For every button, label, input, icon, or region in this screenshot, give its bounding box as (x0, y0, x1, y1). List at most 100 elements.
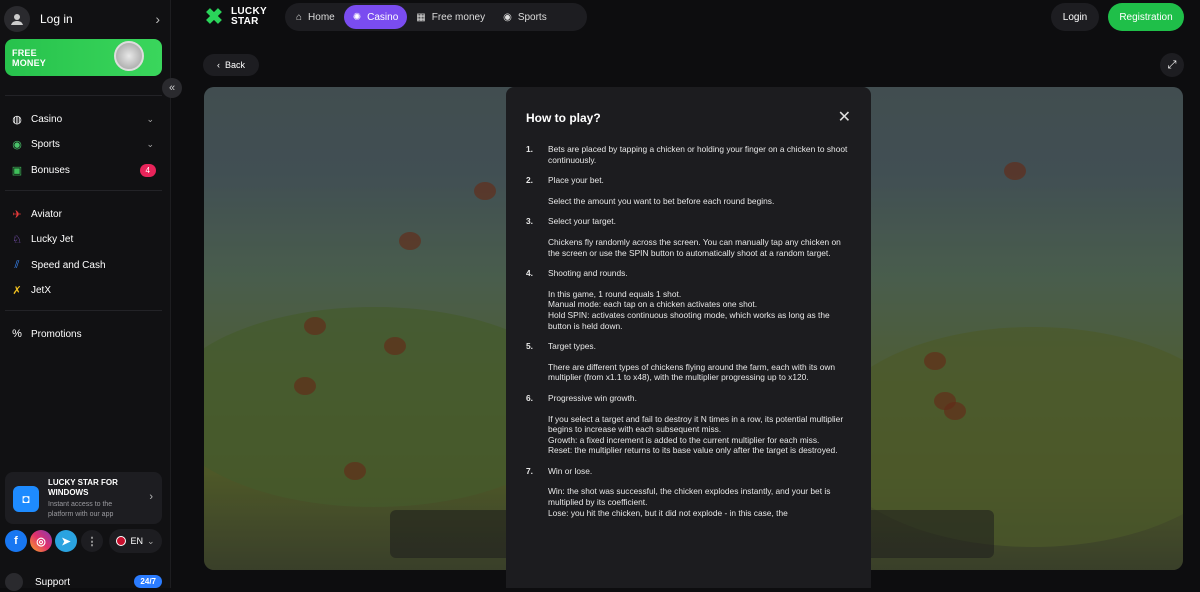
login-button[interactable]: Login (1051, 3, 1099, 31)
sidebar-item-promotions[interactable]: % Promotions (10, 324, 160, 344)
sidebar-item-label: Aviator (31, 208, 62, 220)
rule-text: Manual mode: each tap on a chicken activ… (548, 299, 758, 310)
tab-label: Home (308, 11, 335, 23)
divider (5, 190, 162, 191)
collapse-sidebar-button[interactable]: « (162, 78, 182, 98)
sidebar-item-lucky-jet[interactable]: ♘ Lucky Jet (10, 229, 160, 249)
how-to-play-modal: How to play? ✕ 1. Bets are placed by tapp… (506, 87, 871, 588)
chevron-down-icon: ⌄ (146, 535, 155, 546)
rule-item: 2. Place your bet. Select the amount you w… (526, 175, 851, 206)
percent-icon: % (12, 328, 22, 340)
sidebar-item-label: Sports (31, 138, 60, 150)
app-icon: ◘ (13, 486, 39, 512)
ball-icon: ◉ (503, 11, 512, 23)
rule-number: 6. (526, 392, 533, 403)
chevron-right-icon: › (149, 491, 153, 503)
rule-body: Shooting and rounds. In this game, 1 roun… (548, 268, 851, 331)
close-icon[interactable]: ✕ (838, 107, 851, 127)
tab-home[interactable]: ⌂ Home (287, 5, 344, 29)
tab-sports[interactable]: ◉ Sports (494, 5, 556, 29)
sidebar-item-label: Promotions (31, 328, 82, 340)
sidebar-item-bonuses[interactable]: ▣ Bonuses 4 (10, 160, 160, 180)
rule-text: In this game, 1 round equals 1 shot. (548, 288, 682, 299)
rules-list: 1. Bets are placed by tapping a chicken o… (526, 144, 851, 528)
rule-number: 5. (526, 341, 533, 352)
rule-title: Target types. (548, 341, 596, 352)
rule-title: Shooting and rounds. (548, 268, 628, 279)
rule-title: Progressive win growth. (548, 392, 637, 403)
login-label: Log in (40, 12, 73, 26)
sidebar-item-jetx[interactable]: ✗ JetX (10, 280, 160, 300)
rule-title: Bets are placed by tapping a chicken or … (548, 144, 848, 165)
rule-number: 3. (526, 216, 533, 227)
free-money-banner[interactable]: FREE MONEY (5, 39, 162, 76)
rule-body: Place your bet. Select the amount you wan… (548, 175, 774, 206)
rule-body: Progressive win growth. If you select a t… (548, 393, 851, 456)
rule-text: Growth: a fixed increment is added to th… (548, 434, 820, 445)
tab-free-money[interactable]: ▦ Free money (407, 5, 494, 29)
sidebar: Log in › FREE MONEY « ◍ Casino ⌄ ◉ Sport… (0, 0, 182, 591)
chevron-right-icon: › (155, 11, 160, 27)
chevron-down-icon: ⌄ (146, 138, 154, 149)
rule-text: There are different types of chickens fl… (548, 361, 836, 383)
modal-title: How to play? (526, 111, 601, 125)
coin-icon (114, 41, 144, 71)
sidebar-item-sports[interactable]: ◉ Sports ⌄ (10, 134, 160, 154)
support-row[interactable]: Support 24/7 (5, 572, 162, 592)
rule-number: 2. (526, 175, 533, 186)
rule-item: 1. Bets are placed by tapping a chicken o… (526, 144, 851, 165)
speed-icon: ⫽ (14, 258, 20, 271)
bonuses-badge: 4 (139, 163, 156, 177)
sidebar-item-aviator[interactable]: ✈ Aviator (10, 204, 160, 224)
rule-title: Win or lose. (548, 465, 593, 476)
facebook-icon[interactable]: f (5, 530, 27, 552)
rule-item: 6. Progressive win growth. If you select a… (526, 393, 851, 456)
rule-body: Target types. There are different types o… (548, 341, 851, 383)
language-selector[interactable]: EN ⌄ (109, 529, 162, 553)
login-row[interactable]: Log in › (4, 5, 166, 33)
expand-icon: ⤢ (1167, 58, 1177, 71)
instagram-icon[interactable]: ◎ (30, 530, 52, 552)
support-badge: 24/7 (134, 575, 162, 588)
rule-text: Chickens fly randomly across the screen.… (548, 236, 841, 258)
rule-item: 3. Select your target. Chickens fly random… (526, 216, 851, 258)
casino-icon: ✺ (352, 11, 362, 23)
rule-number: 7. (526, 465, 533, 476)
home-icon: ⌂ (296, 11, 303, 23)
telegram-icon[interactable]: ➤ (55, 530, 77, 552)
rule-title: Place your bet. (548, 175, 604, 186)
support-icon (5, 573, 23, 591)
rule-item: 7. Win or lose. Win: the shot was successf… (526, 466, 851, 518)
sidebar-item-speed-and-cash[interactable]: ⫽ Speed and Cash (10, 255, 160, 275)
rule-body: Win or lose. Win: the shot was successful… (548, 466, 851, 518)
sidebar-item-label: Casino (31, 113, 63, 125)
rule-text: Reset: the multiplier returns to its bas… (548, 445, 838, 456)
rule-number: 4. (526, 268, 533, 279)
rule-body: Select your target. Chickens fly randomly… (548, 216, 851, 258)
language-label: EN (130, 536, 143, 546)
fullscreen-button[interactable]: ⤢ (1160, 53, 1184, 77)
x-icon: ✗ (12, 284, 22, 297)
chevron-down-icon: ⌄ (146, 113, 154, 124)
registration-button[interactable]: Registration (1108, 3, 1184, 31)
tab-label: Free money (431, 11, 486, 23)
back-button[interactable]: ‹ Back (203, 54, 259, 76)
jet-icon: ♘ (12, 233, 22, 246)
logo[interactable]: ✖ LUCKY STAR (202, 5, 267, 29)
sidebar-item-label: Lucky Jet (31, 233, 74, 245)
more-icon[interactable]: ⋮ (81, 530, 103, 552)
gift-icon: ▣ (11, 164, 23, 177)
logo-text: LUCKY STAR (231, 7, 267, 27)
ball-icon: ◉ (12, 138, 22, 151)
sidebar-item-casino[interactable]: ◍ Casino ⌄ (10, 109, 160, 129)
rule-text: Select the amount you want to bet before… (548, 195, 775, 206)
rule-item: 5. Target types. There are different types… (526, 341, 851, 383)
rule-title: Select your target. (548, 216, 616, 227)
sidebar-item-label: Speed and Cash (31, 259, 106, 271)
tab-casino[interactable]: ✺ Casino (343, 5, 408, 29)
divider (5, 95, 162, 96)
plane-icon: ✈ (12, 208, 22, 221)
windows-app-card[interactable]: ◘ LUCKY STAR FOR WINDOWS Instant access … (5, 472, 162, 524)
rule-text: Hold SPIN: activates continuous shooting… (548, 309, 830, 331)
chevron-left-icon: ‹ (216, 60, 220, 70)
